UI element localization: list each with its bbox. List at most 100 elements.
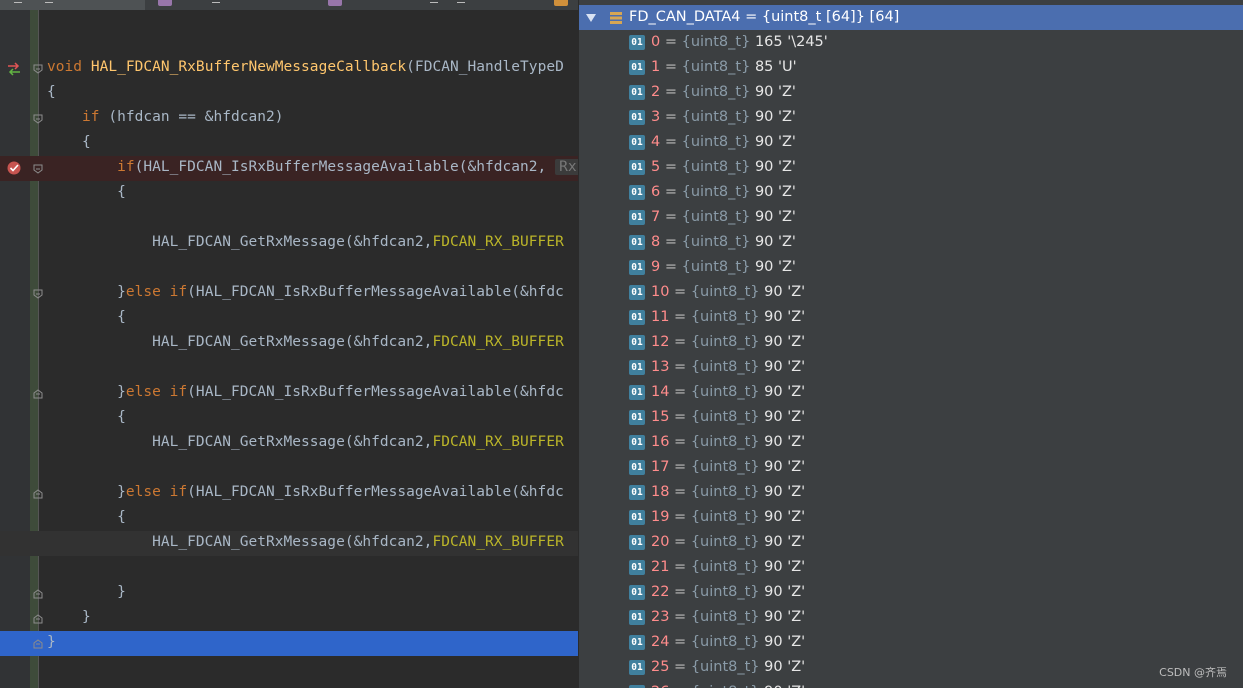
fold-marker-icon[interactable] [33, 589, 43, 599]
variable-row[interactable]: 01 1 = {uint8_t} 85 'U' [579, 55, 1243, 80]
code-line[interactable]: if(HAL_FDCAN_IsRxBufferMessageAvailable(… [0, 156, 578, 181]
variable-text: 13 = {uint8_t} 90 'Z' [651, 359, 805, 375]
variable-row[interactable]: 01 14 = {uint8_t} 90 'Z' [579, 380, 1243, 405]
variable-type: {uint8_t} [690, 434, 760, 450]
expand-triangle-icon[interactable] [586, 13, 596, 23]
variable-text: 21 = {uint8_t} 90 'Z' [651, 559, 805, 575]
variable-type: {uint8_t} [681, 59, 751, 75]
fold-marker-icon[interactable] [33, 114, 43, 124]
variable-value: 90 'Z' [764, 309, 806, 325]
variable-row[interactable]: 01 24 = {uint8_t} 90 'Z' [579, 630, 1243, 655]
code-line[interactable]: } [0, 631, 578, 656]
variable-row[interactable]: 01 8 = {uint8_t} 90 'Z' [579, 230, 1243, 255]
code-line[interactable]: { [0, 181, 578, 206]
code-line[interactable] [0, 256, 578, 281]
fold-marker-icon[interactable] [33, 289, 43, 299]
code-line[interactable]: }else if(HAL_FDCAN_IsRxBufferMessageAvai… [0, 481, 578, 506]
variable-row[interactable]: 01 15 = {uint8_t} 90 'Z' [579, 405, 1243, 430]
code-token: { [47, 134, 91, 150]
field-01-icon: 01 [629, 235, 645, 250]
code-line[interactable]: }else if(HAL_FDCAN_IsRxBufferMessageAvai… [0, 381, 578, 406]
variable-row[interactable]: 01 3 = {uint8_t} 90 'Z' [579, 105, 1243, 130]
variable-type: {uint8_t} [690, 334, 760, 350]
breakpoint-verified-icon[interactable] [6, 160, 22, 176]
variable-row[interactable]: 01 18 = {uint8_t} 90 'Z' [579, 480, 1243, 505]
code-text: HAL_FDCAN_GetRxMessage(&hfdcan2,FDCAN_RX… [47, 234, 564, 250]
variable-eq: = [669, 684, 690, 688]
variable-row[interactable]: 01 5 = {uint8_t} 90 'Z' [579, 155, 1243, 180]
variable-row[interactable]: 01 4 = {uint8_t} 90 'Z' [579, 130, 1243, 155]
variable-row[interactable]: 01 7 = {uint8_t} 90 'Z' [579, 205, 1243, 230]
code-line[interactable] [0, 206, 578, 231]
code-text: { [47, 84, 56, 100]
variable-index: 5 [651, 159, 661, 175]
code-line[interactable] [0, 356, 578, 381]
code-line[interactable]: HAL_FDCAN_GetRxMessage(&hfdcan2,FDCAN_RX… [0, 431, 578, 456]
fold-marker-icon[interactable] [33, 489, 43, 499]
code-line[interactable]: { [0, 506, 578, 531]
editor-tab[interactable] [322, 0, 547, 10]
fold-marker-icon[interactable] [33, 639, 43, 649]
code-line[interactable]: { [0, 131, 578, 156]
variable-row[interactable]: 01 16 = {uint8_t} 90 'Z' [579, 430, 1243, 455]
variable-row[interactable]: 01 20 = {uint8_t} 90 'Z' [579, 530, 1243, 555]
code-line[interactable]: { [0, 306, 578, 331]
fold-marker-icon[interactable] [33, 164, 43, 174]
code-editor[interactable]: void HAL_FDCAN_RxBufferNewMessageCallbac… [0, 10, 578, 688]
override-arrows-icon[interactable] [6, 61, 22, 77]
variable-row[interactable]: 01 13 = {uint8_t} 90 'Z' [579, 355, 1243, 380]
field-01-icon: 01 [629, 160, 645, 175]
variable-row[interactable]: 0126 = {uint8_t} 90 'Z' [579, 680, 1243, 688]
code-line[interactable]: { [0, 406, 578, 431]
fold-marker-icon[interactable] [33, 64, 43, 74]
variable-value: 90 'Z' [764, 459, 806, 475]
code-line[interactable]: HAL_FDCAN_GetRxMessage(&hfdcan2,FDCAN_RX… [0, 531, 578, 556]
editor-tab[interactable] [150, 0, 320, 10]
code-line[interactable]: void HAL_FDCAN_RxBufferNewMessageCallbac… [0, 56, 578, 81]
variable-row[interactable]: 01 22 = {uint8_t} 90 'Z' [579, 580, 1243, 605]
variable-row[interactable]: 01 23 = {uint8_t} 90 'Z' [579, 605, 1243, 630]
code-text: HAL_FDCAN_GetRxMessage(&hfdcan2,FDCAN_RX… [47, 434, 564, 450]
variable-index: 6 [651, 184, 661, 200]
variable-row[interactable]: 01 9 = {uint8_t} 90 'Z' [579, 255, 1243, 280]
code-line[interactable]: }else if(HAL_FDCAN_IsRxBufferMessageAvai… [0, 281, 578, 306]
editor-tab[interactable] [0, 0, 145, 10]
code-text: } [47, 634, 56, 650]
variable-row[interactable]: 01 17 = {uint8_t} 90 'Z' [579, 455, 1243, 480]
variable-row[interactable]: 01 2 = {uint8_t} 90 'Z' [579, 80, 1243, 105]
variable-row-fd-can-data4[interactable]: FD_CAN_DATA4 = {uint8_t [64]} [64] [579, 5, 1243, 30]
variable-row[interactable]: 01 6 = {uint8_t} 90 'Z' [579, 180, 1243, 205]
code-line[interactable]: HAL_FDCAN_GetRxMessage(&hfdcan2,FDCAN_RX… [0, 331, 578, 356]
variable-row[interactable]: 01 25 = {uint8_t} 90 'Z' [579, 655, 1243, 680]
code-line[interactable]: } [0, 606, 578, 631]
fold-marker-icon[interactable] [33, 389, 43, 399]
code-line[interactable]: HAL_FDCAN_GetRxMessage(&hfdcan2,FDCAN_RX… [0, 231, 578, 256]
fold-marker-icon[interactable] [33, 614, 43, 624]
code-line[interactable]: } [0, 581, 578, 606]
variable-text: 7 = {uint8_t} 90 'Z' [651, 209, 796, 225]
variable-row[interactable]: 01 19 = {uint8_t} 90 'Z' [579, 505, 1243, 530]
editor-tab-strip [0, 0, 578, 10]
variable-row[interactable]: 01 21 = {uint8_t} 90 'Z' [579, 555, 1243, 580]
variable-row[interactable]: 01 10 = {uint8_t} 90 'Z' [579, 280, 1243, 305]
code-line[interactable] [0, 656, 578, 681]
variable-type: {uint8_t} [690, 609, 760, 625]
code-text: { [47, 409, 126, 425]
editor-tab[interactable] [550, 0, 578, 10]
variable-index: 17 [651, 459, 670, 475]
code-line[interactable]: { [0, 81, 578, 106]
debugger-variables-panel[interactable]: FD_CAN_DATA4 = {uint8_t [64]} [64] 01 0 =… [578, 0, 1243, 688]
variable-eq: = [669, 584, 691, 600]
field-01-icon: 01 [629, 535, 645, 550]
variable-count: [64] [864, 9, 900, 25]
variable-text: 20 = {uint8_t} 90 'Z' [651, 534, 805, 550]
variable-text: 1 = {uint8_t} 85 'U' [651, 59, 797, 75]
variable-eq: = [669, 384, 691, 400]
variable-row[interactable]: 01 11 = {uint8_t} 90 'Z' [579, 305, 1243, 330]
code-line[interactable] [0, 456, 578, 481]
variable-name: FD_CAN_DATA4 [629, 9, 741, 25]
code-line[interactable] [0, 556, 578, 581]
variable-row[interactable]: 01 0 = {uint8_t} 165 '\245' [579, 30, 1243, 55]
variable-row[interactable]: 01 12 = {uint8_t} 90 'Z' [579, 330, 1243, 355]
code-line[interactable]: if (hfdcan == &hfdcan2) [0, 106, 578, 131]
